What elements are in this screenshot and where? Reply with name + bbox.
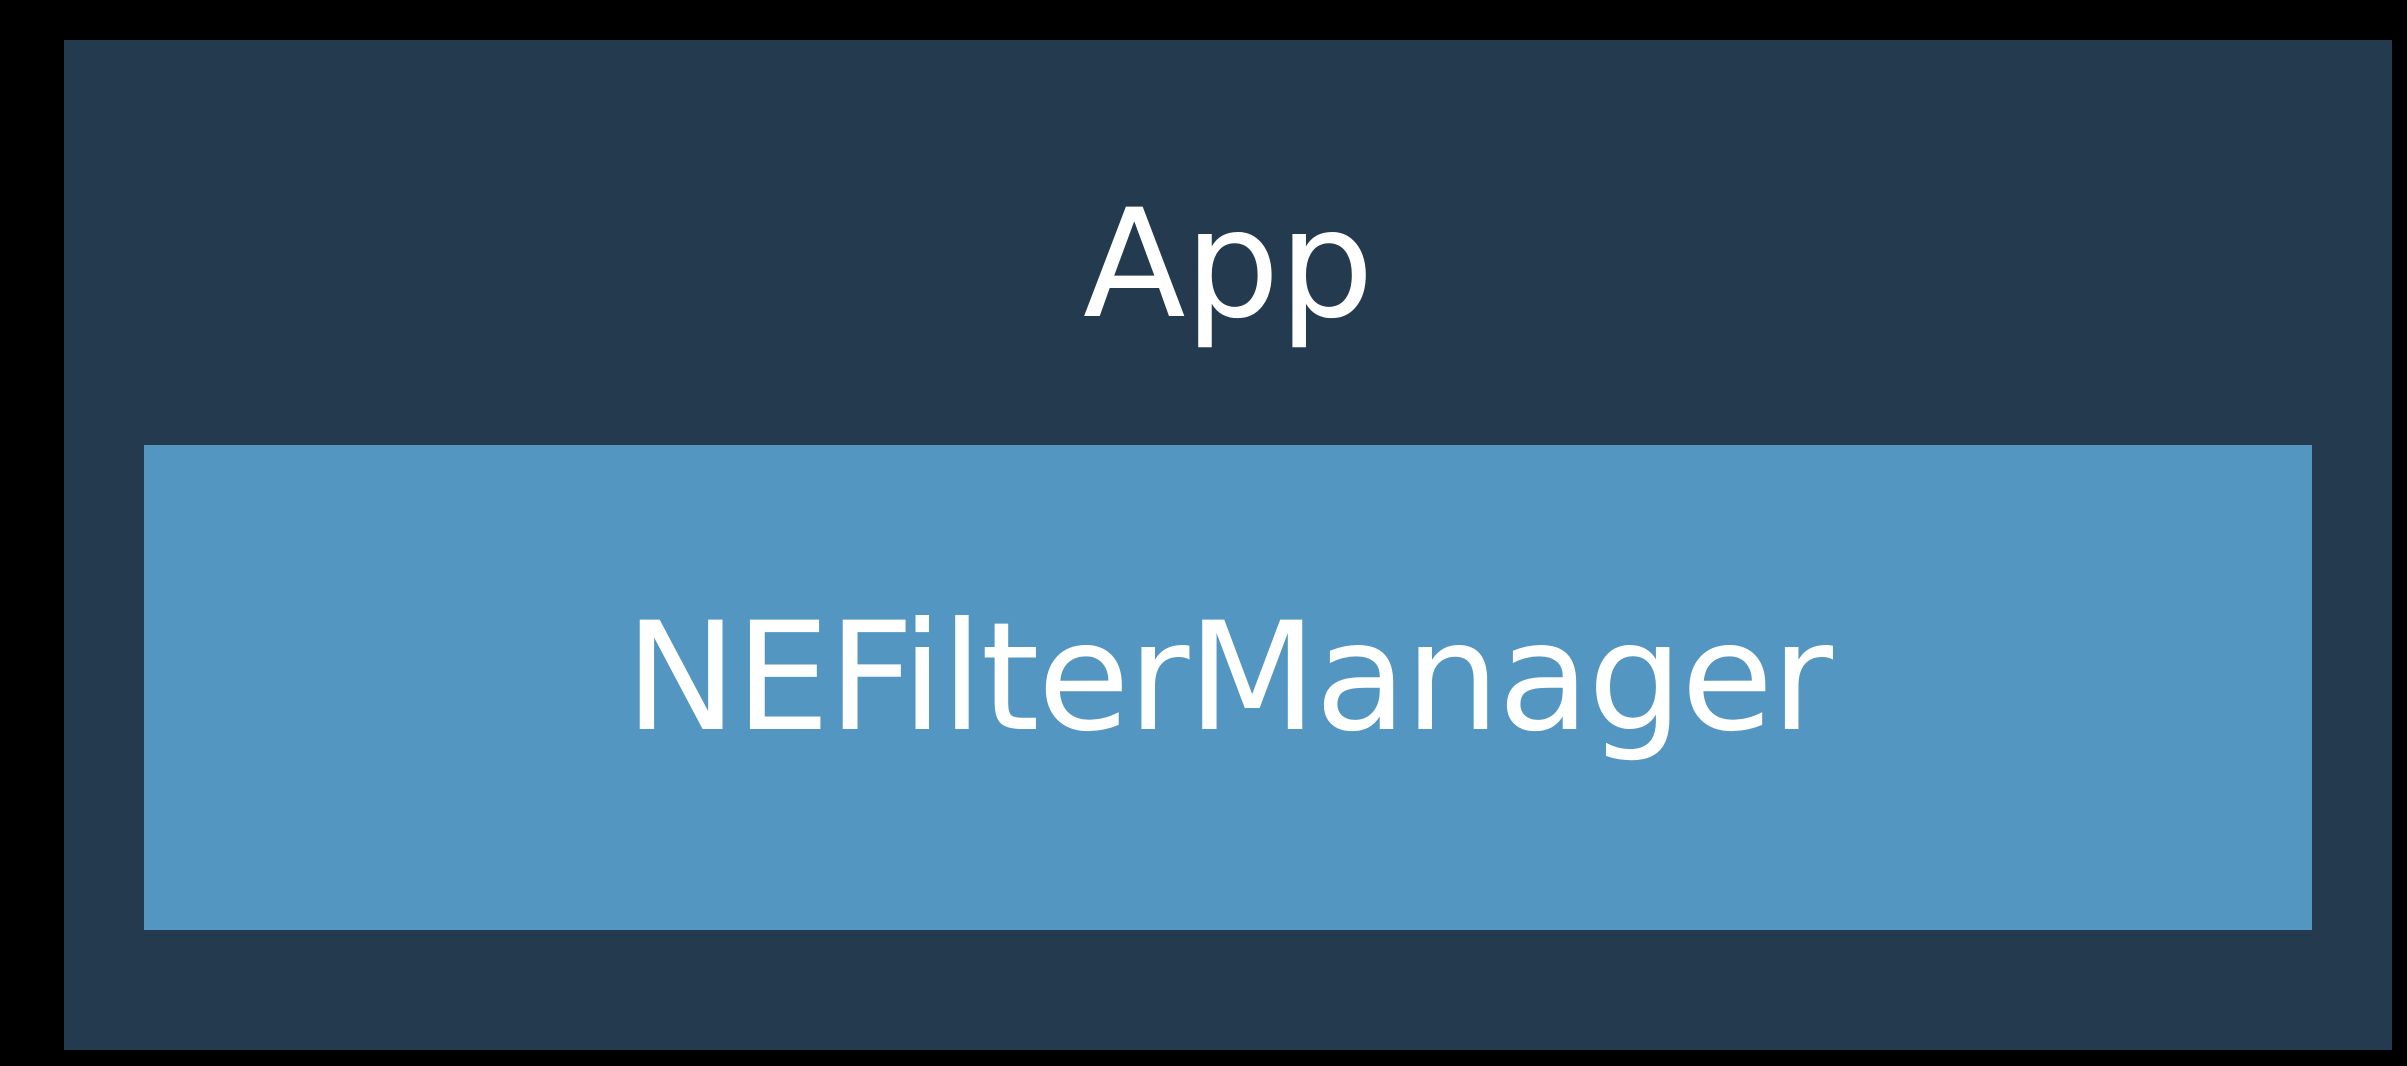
app-label: App	[1082, 178, 1374, 352]
nefiltermanager-box: NEFilterManager	[144, 445, 2312, 930]
nefiltermanager-label: NEFilterManager	[625, 590, 1833, 765]
app-container-box: App NEFilterManager	[64, 40, 2392, 1050]
diagram-canvas: App NEFilterManager	[0, 0, 2407, 1066]
